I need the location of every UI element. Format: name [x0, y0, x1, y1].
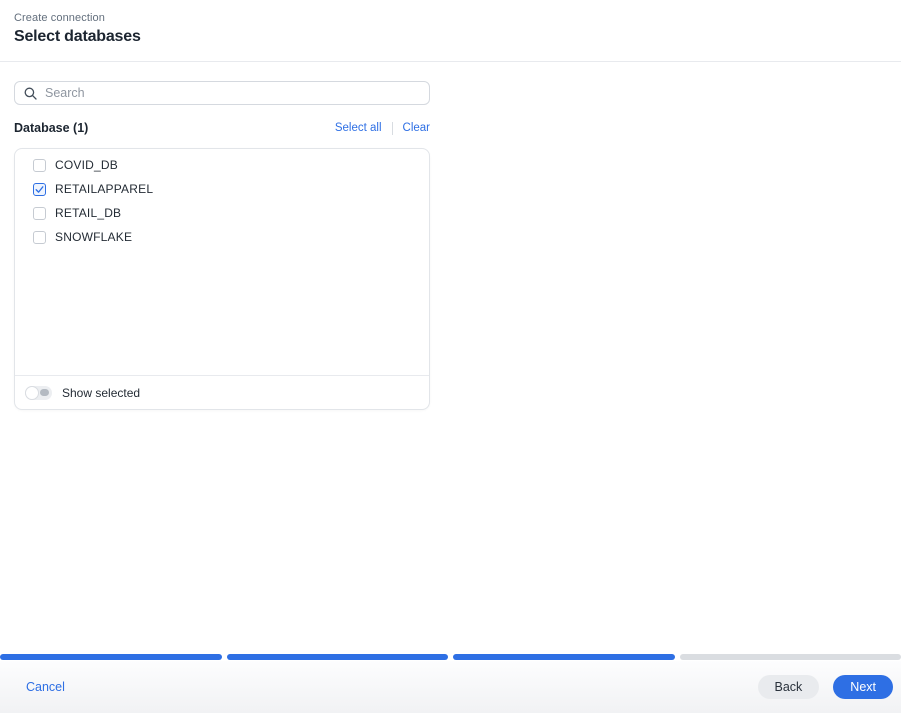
database-row[interactable]: RETAIL_DB [15, 201, 429, 225]
database-name: RETAILAPPAREL [55, 182, 154, 196]
database-row[interactable]: COVID_DB [15, 153, 429, 177]
clear-link[interactable]: Clear [403, 122, 430, 134]
show-selected-row: Show selected [15, 375, 429, 409]
page-title: Select databases [14, 28, 141, 45]
back-button[interactable]: Back [757, 675, 820, 699]
check-icon [35, 185, 44, 193]
database-row[interactable]: RETAILAPPAREL [15, 177, 429, 201]
breadcrumb: Create connection [14, 12, 105, 24]
footer: Cancel Back Next [0, 661, 901, 713]
toggle-knob-icon [25, 385, 39, 400]
database-name: SNOWFLAKE [55, 230, 133, 244]
database-list-header: Database (1) Select all Clear [14, 119, 430, 137]
show-selected-label: Show selected [62, 385, 141, 400]
next-button[interactable]: Next [833, 675, 893, 699]
page-header: Create connection Select databases [0, 0, 901, 62]
checkbox[interactable] [33, 158, 46, 172]
toggle-track-pill-icon [40, 389, 49, 396]
show-selected-toggle[interactable] [25, 385, 52, 400]
main-column: Database (1) Select all Clear COVID_DB R… [14, 81, 430, 410]
progress-segment [679, 654, 901, 660]
checkbox[interactable] [33, 206, 46, 220]
database-list: COVID_DB RETAILAPPAREL RETAIL_DB SNOWFLA… [15, 149, 429, 375]
progress-segment [453, 654, 675, 660]
cancel-link[interactable]: Cancel [26, 680, 65, 694]
search-input[interactable] [15, 82, 429, 104]
database-count-label: Database (1) [14, 121, 89, 135]
database-name: RETAIL_DB [55, 206, 122, 220]
progress-bar [0, 654, 901, 660]
database-name: COVID_DB [55, 158, 118, 172]
list-header-actions: Select all Clear [335, 121, 430, 135]
checkbox[interactable] [33, 230, 46, 244]
progress-segment [0, 654, 222, 660]
checkbox[interactable] [33, 182, 46, 196]
footer-actions: Back Next [757, 675, 893, 699]
progress-segment [226, 654, 448, 660]
search-box [14, 81, 430, 105]
action-divider [391, 121, 393, 135]
database-panel: COVID_DB RETAILAPPAREL RETAIL_DB SNOWFLA… [14, 148, 430, 410]
select-all-link[interactable]: Select all [335, 122, 382, 134]
database-row[interactable]: SNOWFLAKE [15, 225, 429, 249]
